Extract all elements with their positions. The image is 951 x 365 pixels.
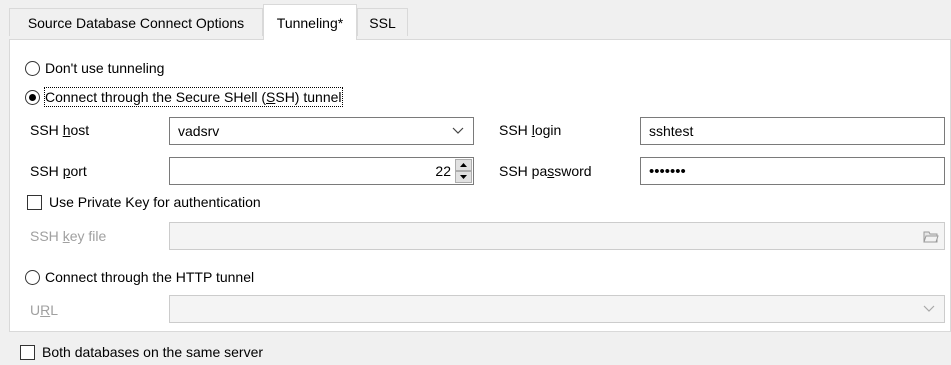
ssh-port-value: 22 — [435, 163, 451, 179]
ssh-host-value: vadsrv — [178, 123, 220, 139]
ssh-tunnel-label-suffix: SH) tunnel — [275, 89, 342, 105]
ssh-port-spinner[interactable]: 22 — [169, 157, 474, 185]
same-server-label: Both databases on the same server — [42, 344, 264, 360]
open-folder-icon[interactable] — [921, 226, 941, 246]
ssh-port-label-suffix: ort — [70, 163, 87, 179]
ssh-host-combobox[interactable]: vadsrv — [169, 117, 474, 145]
ssh-port-label-prefix: SSH — [30, 163, 63, 179]
ssh-tunnel-label: Connect through the Secure SHell (SSH) t… — [44, 87, 343, 107]
ssh-key-file-label-prefix: SSH — [30, 228, 63, 244]
ssh-login-input[interactable]: sshtest — [640, 117, 945, 145]
same-server-checkbox[interactable] — [20, 345, 35, 360]
url-label-suffix: L — [50, 302, 59, 318]
ssh-login-label-prefix: SSH — [499, 122, 532, 138]
ssh-key-file-label: SSH key file — [30, 227, 106, 245]
ssh-tunnel-radio[interactable] — [25, 90, 40, 105]
url-combobox[interactable] — [169, 295, 945, 323]
no-tunnel-radio[interactable] — [25, 61, 40, 76]
ssh-password-label: SSH password — [499, 162, 592, 180]
ssh-password-value: ••••••• — [649, 162, 686, 180]
ssh-key-file-label-accel: k — [62, 228, 70, 244]
ssh-tunnel-label-accel: S — [266, 89, 276, 105]
tunneling-panel — [9, 39, 951, 332]
tab-tunneling[interactable]: Tunneling* — [263, 4, 357, 40]
port-stepper — [455, 159, 472, 183]
tab-strip: Source Database Connect Options Tunnelin… — [0, 0, 951, 40]
chevron-down-icon[interactable] — [922, 302, 936, 316]
ssh-login-label-suffix: ogin — [534, 122, 562, 138]
tab-label: Source Database Connect Options — [27, 14, 245, 31]
tab-ssl[interactable]: SSL — [357, 8, 408, 36]
spin-down-icon[interactable] — [455, 171, 472, 183]
ssh-tunnel-label-prefix: Connect through the Secure SHell ( — [45, 89, 267, 105]
url-label-prefix: U — [30, 302, 41, 318]
chevron-down-icon[interactable] — [451, 124, 465, 138]
no-tunnel-label: Don't use tunneling — [45, 60, 165, 76]
ssh-key-file-input[interactable] — [169, 222, 945, 250]
ssh-host-label-suffix: ost — [70, 122, 90, 138]
tab-source-database-connect-options[interactable]: Source Database Connect Options — [9, 8, 263, 36]
url-label: URL — [30, 301, 58, 319]
ssh-login-label: SSH login — [499, 121, 561, 139]
spin-up-icon[interactable] — [455, 159, 472, 171]
http-tunnel-radio[interactable] — [25, 270, 40, 285]
ssh-host-label: SSH host — [30, 121, 89, 139]
ssh-port-label: SSH port — [30, 162, 87, 180]
http-tunnel-label: Connect through the HTTP tunnel — [45, 269, 255, 285]
ssh-password-label-prefix: SSH pa — [499, 163, 548, 179]
ssh-host-label-prefix: SSH — [30, 122, 63, 138]
use-private-key-label: Use Private Key for authentication — [49, 194, 261, 210]
url-label-accel: R — [40, 302, 51, 318]
use-private-key-checkbox[interactable] — [27, 195, 42, 210]
ssh-password-input[interactable]: ••••••• — [640, 157, 945, 185]
ssh-password-label-suffix: sword — [554, 163, 592, 179]
tab-label: SSL — [369, 14, 396, 31]
ssh-key-file-label-suffix: ey file — [69, 228, 107, 244]
tab-label: Tunneling* — [276, 14, 344, 31]
ssh-login-value: sshtest — [649, 123, 694, 139]
